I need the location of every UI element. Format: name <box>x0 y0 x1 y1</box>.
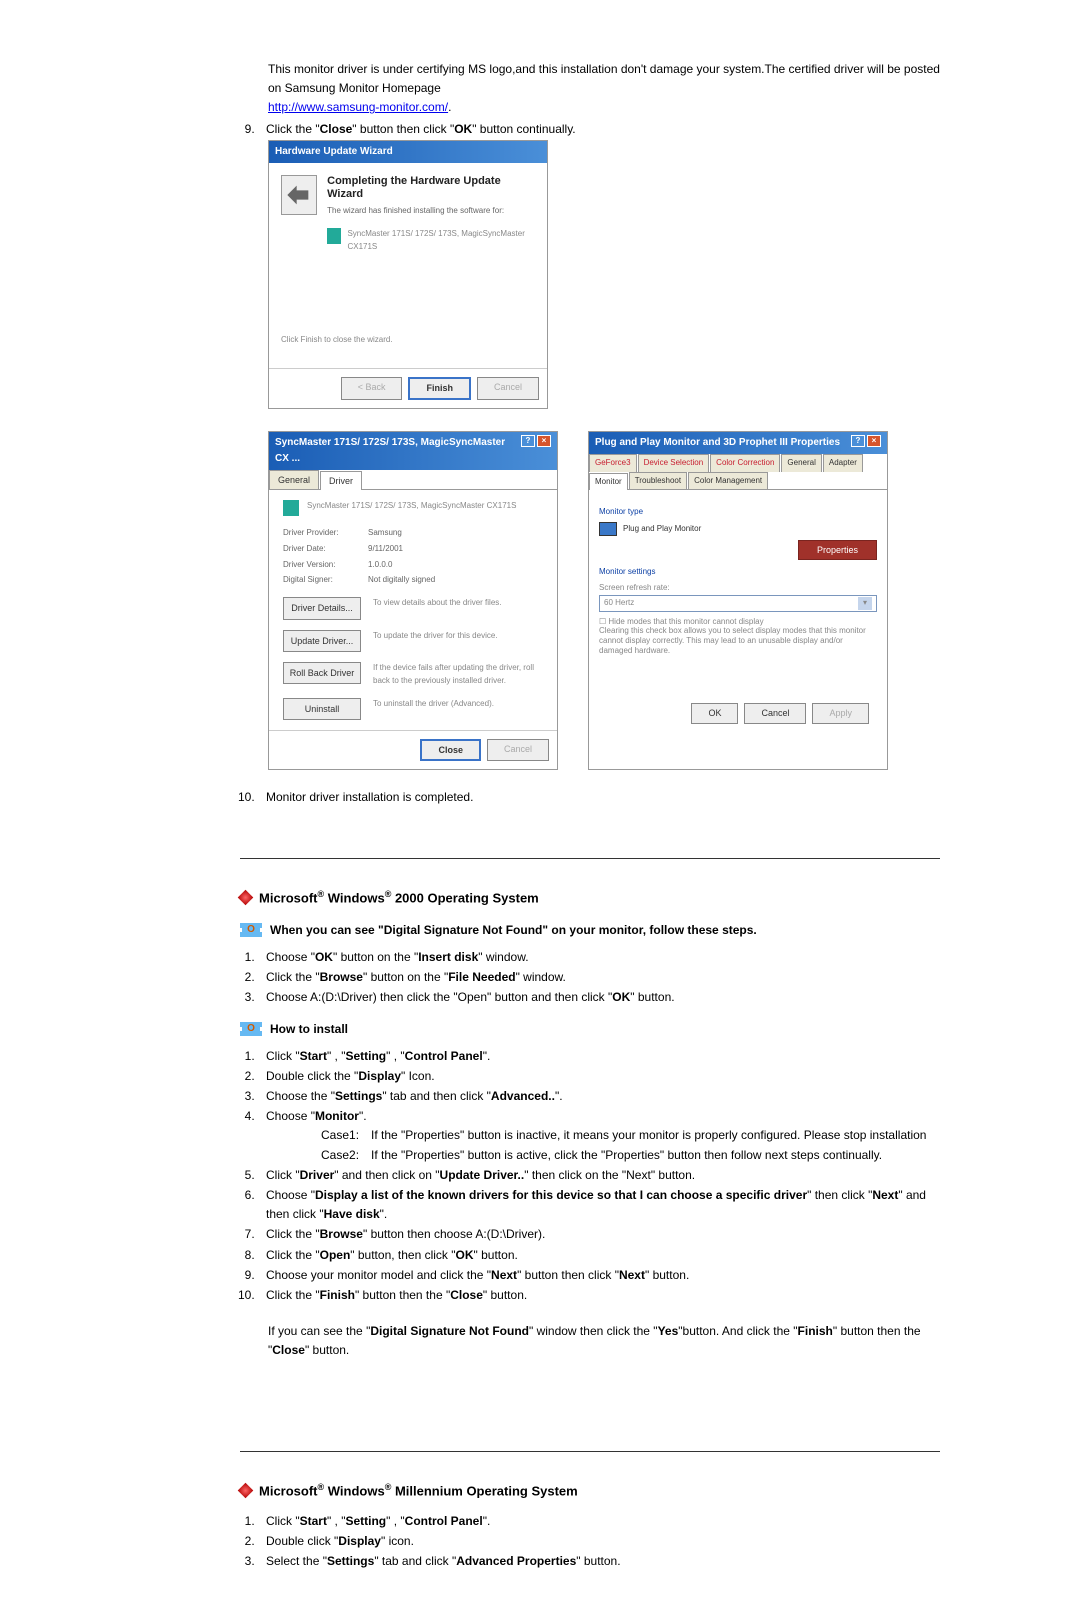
tab-monitor[interactable]: Monitor <box>589 473 628 491</box>
step-10: Monitor driver installation is completed… <box>258 788 940 807</box>
uninstall-button[interactable]: Uninstall <box>283 698 361 720</box>
tab-troubleshoot[interactable]: Troubleshoot <box>629 472 687 490</box>
tab-general[interactable]: General <box>781 454 821 472</box>
w2k-sig-step-3: Choose A:(D:\Driver) then click the "Ope… <box>258 988 940 1007</box>
tab-color-management[interactable]: Color Management <box>688 472 768 490</box>
dialog-title: Hardware Update Wizard <box>275 144 393 160</box>
driver-properties-dialog: SyncMaster 171S/ 172S/ 173S, MagicSyncMa… <box>268 431 558 771</box>
properties-button[interactable]: Properties <box>798 540 877 560</box>
device-icon <box>327 228 341 244</box>
w2k-install-step-4: Choose "Monitor". Case1:If the "Properti… <box>258 1107 940 1165</box>
sub-digital-signature: O When you can see "Digital Signature No… <box>240 921 940 940</box>
dialog-title-bar: Plug and Play Monitor and 3D Prophet III… <box>589 432 887 454</box>
cancel-button: Cancel <box>477 377 539 399</box>
cert-text: This monitor driver is under certifying … <box>268 62 940 95</box>
w2k-install-step-9: Choose your monitor model and click the … <box>258 1266 940 1285</box>
wizard-subtext: The wizard has finished installing the s… <box>327 205 535 218</box>
tab-geforce[interactable]: GeForce3 <box>589 454 637 472</box>
samsung-url[interactable]: http://www.samsung-monitor.com/ <box>268 100 448 114</box>
o-bullet-icon: O <box>240 923 262 937</box>
wme-step-2: Double click "Display" icon. <box>258 1532 940 1551</box>
tab-driver[interactable]: Driver <box>320 471 362 490</box>
dialog-title: SyncMaster 171S/ 172S/ 173S, MagicSyncMa… <box>275 435 521 467</box>
tab-color-correction[interactable]: Color Correction <box>710 454 780 472</box>
diamond-bullet-icon <box>238 890 254 906</box>
rollback-driver-button[interactable]: Roll Back Driver <box>283 662 361 684</box>
w2k-sig-step-2: Click the "Browse" button on the "File N… <box>258 968 940 987</box>
cancel-button[interactable]: Cancel <box>744 703 806 723</box>
diamond-bullet-icon <box>238 1483 254 1499</box>
w2k-install-step-2: Double click the "Display" Icon. <box>258 1067 940 1086</box>
close-icon[interactable]: × <box>537 435 551 447</box>
wizard-complete-dialog: Hardware Update Wizard Completing the Ha… <box>268 140 548 409</box>
checkbox-hide-modes[interactable]: ☐ <box>599 617 608 626</box>
section-windows-2000: Microsoft® Windows® 2000 Operating Syste… <box>240 887 940 909</box>
para-cert: This monitor driver is under certifying … <box>240 60 940 118</box>
wizard-heading: Completing the Hardware Update Wizard <box>327 175 535 201</box>
wizard-icon <box>281 175 317 215</box>
tab-device-selection[interactable]: Device Selection <box>638 454 710 472</box>
divider <box>240 1451 940 1452</box>
chevron-down-icon: ▾ <box>858 597 872 610</box>
w2k-install-step-6: Choose "Display a list of the known driv… <box>258 1186 940 1224</box>
section-windows-me: Microsoft® Windows® Millennium Operating… <box>240 1480 940 1502</box>
help-icon[interactable]: ? <box>521 435 535 447</box>
dialog-title-bar: Hardware Update Wizard <box>269 141 547 163</box>
dialog-title: Plug and Play Monitor and 3D Prophet III… <box>595 435 840 451</box>
help-icon[interactable]: ? <box>851 435 865 447</box>
driver-details-button[interactable]: Driver Details... <box>283 597 361 619</box>
dialog-title-bar: SyncMaster 171S/ 172S/ 173S, MagicSyncMa… <box>269 432 557 470</box>
display-properties-dialog: Plug and Play Monitor and 3D Prophet III… <box>588 431 888 771</box>
w2k-install-step-10: Click the "Finish" button then the "Clos… <box>258 1286 940 1305</box>
device-icon <box>283 500 299 516</box>
tab-adapter[interactable]: Adapter <box>823 454 863 472</box>
monitor-icon <box>599 522 617 536</box>
device-name: SyncMaster 171S/ 172S/ 173S, MagicSyncMa… <box>347 228 535 254</box>
device-name: SyncMaster 171S/ 172S/ 173S, MagicSyncMa… <box>307 500 516 516</box>
w2k-install-step-1: Click "Start" , "Setting" , "Control Pan… <box>258 1047 940 1066</box>
close-button[interactable]: Close <box>420 739 481 761</box>
update-driver-button[interactable]: Update Driver... <box>283 630 361 652</box>
w2k-install-step-7: Click the "Browse" button then choose A:… <box>258 1225 940 1244</box>
cancel-button: Cancel <box>487 739 549 761</box>
back-button: < Back <box>341 377 403 399</box>
ok-button[interactable]: OK <box>691 703 738 723</box>
divider <box>240 858 940 859</box>
apply-button: Apply <box>812 703 869 723</box>
w2k-note: If you can see the "Digital Signature No… <box>240 1322 940 1360</box>
o-bullet-icon: O <box>240 1022 262 1036</box>
sub-how-to-install: O How to install <box>240 1020 940 1039</box>
step-9: Click the "Close" button then click "OK"… <box>258 120 940 139</box>
finish-button[interactable]: Finish <box>408 377 471 399</box>
tab-general[interactable]: General <box>269 470 319 489</box>
wizard-instruction: Click Finish to close the wizard. <box>281 334 535 347</box>
w2k-install-step-5: Click "Driver" and then click on "Update… <box>258 1166 940 1185</box>
w2k-sig-step-1: Choose "OK" button on the "Insert disk" … <box>258 948 940 967</box>
close-icon[interactable]: × <box>867 435 881 447</box>
w2k-install-step-3: Choose the "Settings" tab and then click… <box>258 1087 940 1106</box>
w2k-install-step-8: Click the "Open" button, then click "OK"… <box>258 1246 940 1265</box>
refresh-rate-select[interactable]: 60 Hertz ▾ <box>599 595 877 612</box>
wme-step-3: Select the "Settings" tab and click "Adv… <box>258 1552 940 1571</box>
